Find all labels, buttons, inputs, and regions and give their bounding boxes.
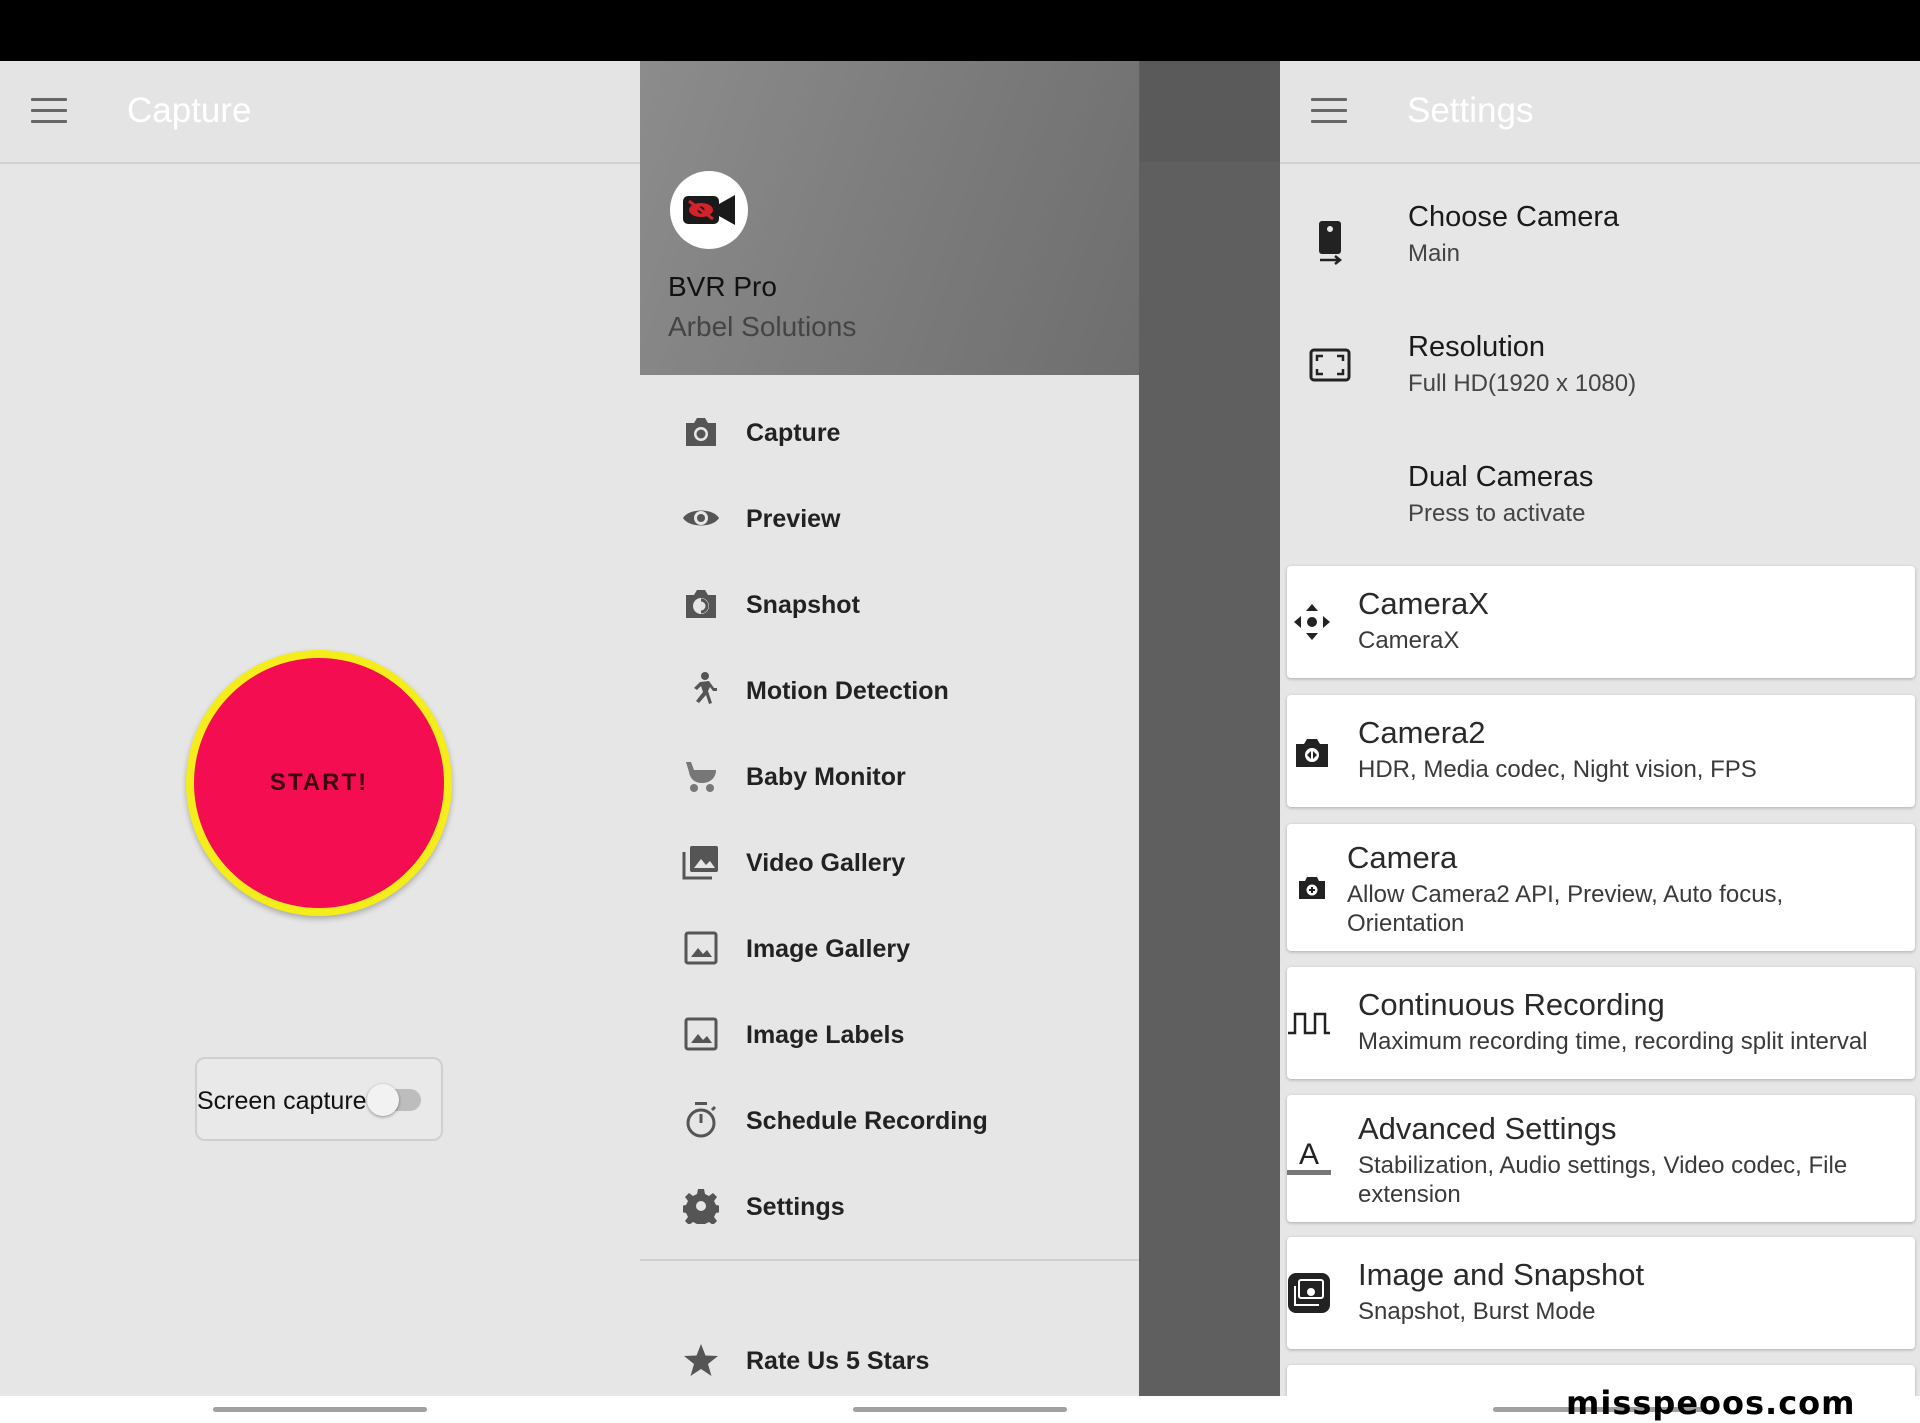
setting-title: Image and Snapshot — [1358, 1257, 1645, 1292]
setting-title: Dual Cameras — [1408, 461, 1594, 493]
setting-choose-camera[interactable]: Choose Camera Main — [1280, 191, 1920, 301]
home-indicator[interactable] — [213, 1407, 427, 1412]
setting-subtitle: Allow Camera2 API, Preview, Auto focus, … — [1347, 881, 1784, 937]
setting-subtitle: Full HD(1920 x 1080) — [1408, 370, 1637, 397]
navigation-drawer: BVR Pro Arbel Solutions Capture Preview — [640, 61, 1139, 1396]
drawer-item-motion-detection[interactable]: Motion Detection — [640, 649, 1139, 735]
setting-card-advanced-settings[interactable]: A Advanced Settings Stabilization, Audio… — [1287, 1095, 1915, 1222]
settings-app-bar: Settings — [1280, 61, 1920, 164]
capture-app-bar: Capture — [0, 61, 640, 164]
page-title: Capture — [127, 91, 252, 130]
drawer-screen: BVR Pro Arbel Solutions Capture Preview — [640, 61, 1280, 1396]
drawer-item-label: Video Gallery — [746, 849, 906, 877]
drawer-item-label: Schedule Recording — [746, 1107, 988, 1135]
svg-text:A: A — [1299, 1138, 1319, 1171]
setting-subtitle: Stabilization, Audio settings, Video cod… — [1358, 1152, 1848, 1208]
image-icon — [680, 1013, 722, 1055]
menu-icon[interactable] — [31, 98, 67, 124]
eye-icon — [680, 497, 722, 539]
app-company: Arbel Solutions — [668, 311, 857, 342]
image-icon — [680, 927, 722, 969]
setting-subtitle: HDR, Media codec, Night vision, FPS — [1358, 756, 1757, 783]
drawer-item-label: Preview — [746, 505, 841, 533]
settings-screen: Settings Choose Camera Main Resolution F… — [1280, 61, 1920, 1396]
home-indicator[interactable] — [853, 1407, 1067, 1412]
snapshot-icon — [680, 583, 722, 625]
running-person-icon — [680, 669, 722, 711]
drawer-item-preview[interactable]: Preview — [640, 477, 1139, 563]
drawer-item-image-gallery[interactable]: Image Gallery — [640, 907, 1139, 993]
timer-icon — [680, 1099, 722, 1141]
status-bar — [0, 0, 1920, 61]
stroller-icon — [680, 755, 722, 797]
setting-title: Advanced Settings — [1358, 1111, 1617, 1146]
drawer-item-label: Motion Detection — [746, 677, 949, 705]
screen-capture-label: Screen capture — [197, 1087, 367, 1115]
drawer-item-label: Rate Us 5 Stars — [746, 1347, 930, 1375]
setting-card-camera[interactable]: Camera Allow Camera2 API, Preview, Auto … — [1287, 824, 1915, 951]
burst-camera-icon — [1287, 1271, 1331, 1315]
app-logo-icon — [670, 171, 748, 249]
setting-title: Camera2 — [1358, 715, 1486, 750]
setting-title: Choose Camera — [1408, 201, 1620, 233]
setting-subtitle: CameraX — [1358, 627, 1460, 654]
setting-card-image-and-snapshot[interactable]: Image and Snapshot Snapshot, Burst Mode — [1287, 1237, 1915, 1349]
screen-capture-toggle-container: Screen capture — [195, 1057, 443, 1141]
capture-screen: Capture START! Screen capture — [0, 61, 640, 1396]
setting-title: Resolution — [1408, 331, 1546, 363]
watermark: misspeoos.com — [1566, 1384, 1856, 1422]
drawer-item-capture[interactable]: Capture — [640, 391, 1139, 477]
drawer-item-snapshot[interactable]: Snapshot — [640, 563, 1139, 649]
move-arrows-icon — [1290, 600, 1334, 644]
setting-title: CameraX — [1358, 586, 1489, 621]
drawer-menu: Capture Preview Snapshot Motion Detectio… — [640, 391, 1139, 1251]
setting-subtitle: Main — [1408, 240, 1461, 267]
star-icon — [680, 1339, 722, 1381]
setting-card-continuous-recording[interactable]: Continuous Recording Maximum recording t… — [1287, 967, 1915, 1079]
square-wave-icon — [1287, 1001, 1331, 1045]
switch-knob — [367, 1084, 399, 1116]
drawer-item-baby-monitor[interactable]: Baby Monitor — [640, 735, 1139, 821]
drawer-item-label: Image Labels — [746, 1021, 905, 1049]
camera-icon — [680, 411, 722, 453]
setting-dual-cameras[interactable]: Dual Cameras Press to activate — [1280, 451, 1920, 561]
switch-camera-icon — [1290, 731, 1334, 775]
drawer-item-label: Capture — [746, 419, 841, 447]
drawer-item-rate-us[interactable]: Rate Us 5 Stars — [640, 1319, 1139, 1396]
drawer-item-label: Settings — [746, 1193, 845, 1221]
page-title: Settings — [1407, 91, 1534, 130]
start-button[interactable]: START! — [186, 650, 452, 916]
video-gallery-icon — [680, 841, 722, 883]
drawer-item-label: Snapshot — [746, 591, 860, 619]
setting-title: Continuous Recording — [1358, 987, 1665, 1022]
drawer-item-label: Baby Monitor — [746, 763, 906, 791]
setting-subtitle: Press to activate — [1408, 500, 1586, 527]
setting-resolution[interactable]: Resolution Full HD(1920 x 1080) — [1280, 321, 1920, 431]
scrim-app-bar — [1140, 61, 1280, 162]
setting-card-camerax[interactable]: CameraX CameraX — [1287, 566, 1915, 678]
drawer-divider — [640, 1259, 1139, 1261]
drawer-header: BVR Pro Arbel Solutions — [640, 61, 1139, 375]
aspect-ratio-icon — [1308, 343, 1352, 387]
setting-subtitle: Snapshot, Burst Mode — [1358, 1298, 1596, 1325]
drawer-item-label: Image Gallery — [746, 935, 910, 963]
setting-card-camera2[interactable]: Camera2 HDR, Media codec, Night vision, … — [1287, 695, 1915, 807]
camera-plus-icon — [1290, 866, 1334, 910]
drawer-item-video-gallery[interactable]: Video Gallery — [640, 821, 1139, 907]
gear-icon — [680, 1185, 722, 1227]
screen-capture-switch[interactable] — [367, 1084, 421, 1116]
menu-icon[interactable] — [1311, 98, 1347, 124]
setting-subtitle: Maximum recording time, recording split … — [1358, 1028, 1868, 1055]
text-format-icon: A — [1287, 1135, 1331, 1179]
drawer-item-settings[interactable]: Settings — [640, 1165, 1139, 1251]
drawer-item-image-labels[interactable]: Image Labels — [640, 993, 1139, 1079]
setting-title: Camera — [1347, 840, 1458, 875]
phone-camera-icon — [1308, 221, 1352, 265]
drawer-item-schedule-recording[interactable]: Schedule Recording — [640, 1079, 1139, 1165]
app-name: BVR Pro — [668, 271, 777, 302]
